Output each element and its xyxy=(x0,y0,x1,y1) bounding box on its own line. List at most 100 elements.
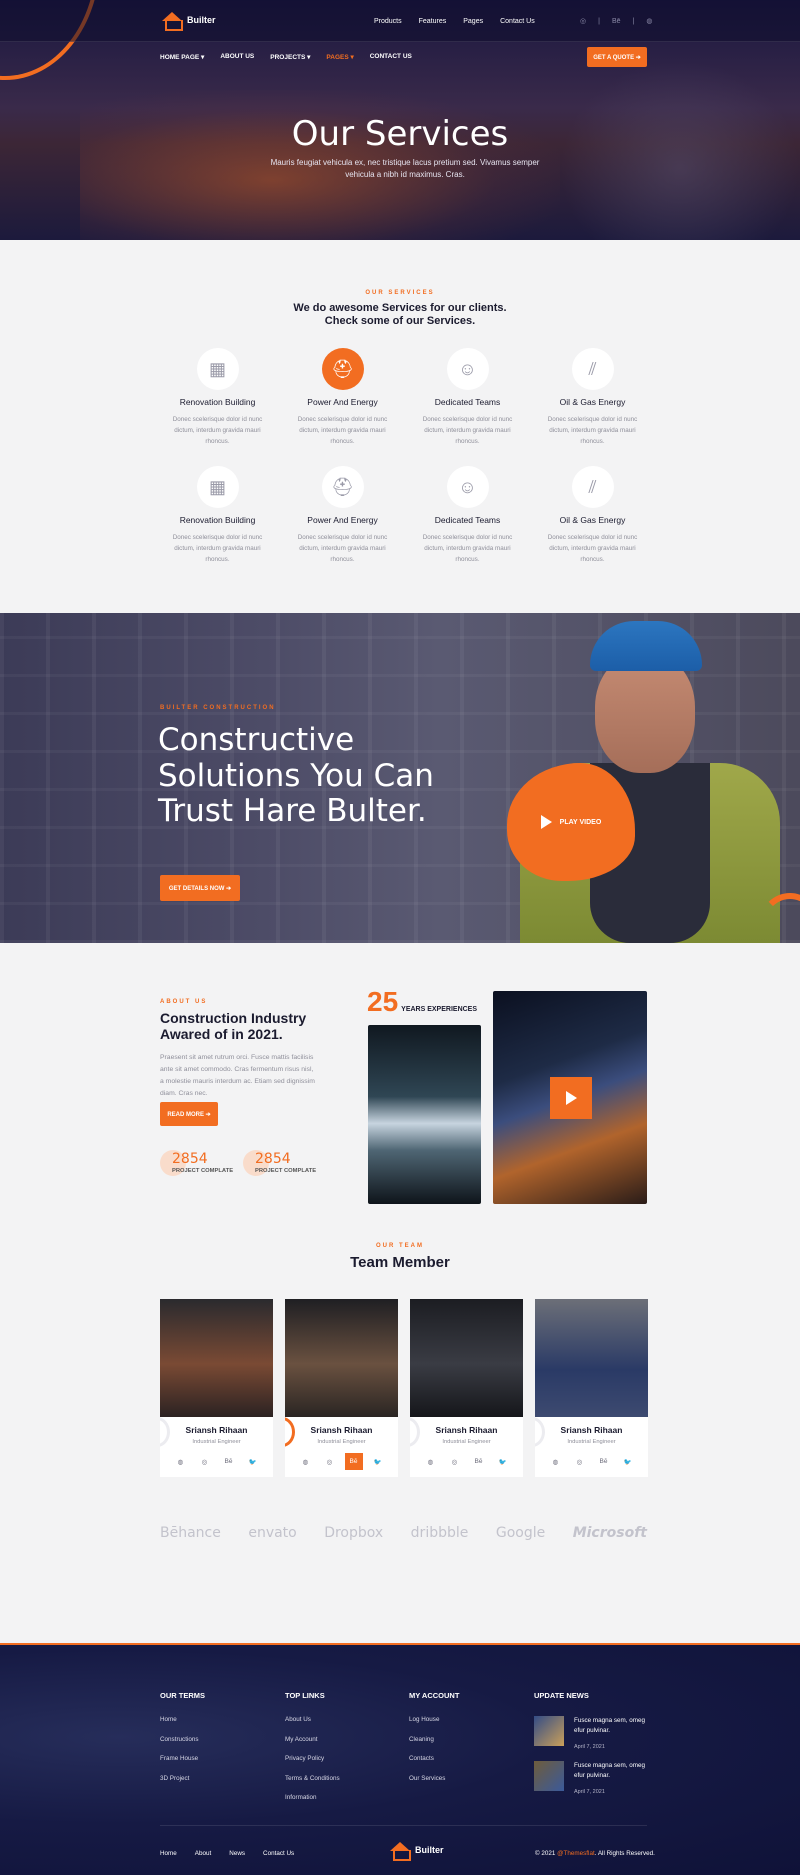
footer-link[interactable]: Home xyxy=(160,1716,205,1723)
service-title: Renovation Building xyxy=(179,397,256,407)
nav-about[interactable]: ABOUT US xyxy=(220,53,254,61)
video-play-button[interactable] xyxy=(550,1077,592,1119)
service-card[interactable]: ⫽ Oil & Gas Energy Donec scelerisque dolor… xyxy=(530,466,655,570)
machine-photo xyxy=(368,1025,481,1204)
service-card[interactable]: ⛑ Power And Energy Donec scelerisque dolor… xyxy=(280,348,405,452)
team-card[interactable]: Sriansh Rihaan Industrial Engineer ◍ ◎ Bē 🐦 xyxy=(285,1299,398,1477)
footer-link[interactable]: 3D Project xyxy=(160,1775,205,1782)
about-text: Praesent sit amet rutrum orci. Fusce mat… xyxy=(160,1054,315,1097)
news-text: Fusce magna sem, omeg efur pulvinar. xyxy=(574,1717,646,1734)
member-name: Sriansh Rihaan xyxy=(185,1425,248,1435)
get-quote-button[interactable]: GET A QUOTE ➔ xyxy=(587,47,647,67)
dribbble-icon[interactable]: ◍ xyxy=(422,1453,440,1470)
instagram-icon[interactable]: ◎ xyxy=(571,1453,589,1470)
team-card[interactable]: Sriansh Rihaan Industrial Engineer ◍ ◎ Bē 🐦 xyxy=(160,1299,273,1477)
worker-face xyxy=(595,653,695,773)
footer: OUR TERMS Home Constructions Frame House… xyxy=(0,1643,800,1875)
footer-divider xyxy=(160,1825,647,1826)
behance-icon[interactable]: Bē xyxy=(612,18,621,25)
twitter-icon[interactable]: 🐦 xyxy=(369,1453,387,1470)
footer-col-title: OUR TERMS xyxy=(160,1691,205,1700)
service-card[interactable]: ▦ Renovation Building Donec scelerisque do… xyxy=(155,466,280,570)
footer-bottom-link[interactable]: Contact Us xyxy=(263,1850,294,1857)
footer-link[interactable]: Our Services xyxy=(409,1775,459,1782)
service-title: Oil & Gas Energy xyxy=(559,397,626,407)
behance-icon[interactable]: Bē xyxy=(344,1453,363,1470)
service-title: Power And Energy xyxy=(307,515,378,525)
service-card[interactable]: ▦ Renovation Building Donec scelerisque do… xyxy=(155,348,280,452)
behance-icon[interactable]: Bē xyxy=(220,1453,238,1470)
years-value: 25 xyxy=(367,986,399,1017)
footer-col-links: TOP LINKS About Us My Account Privacy Po… xyxy=(285,1691,340,1814)
member-name: Sriansh Rihaan xyxy=(310,1425,373,1435)
footer-link[interactable]: About Us xyxy=(285,1716,340,1723)
footer-link[interactable]: Frame House xyxy=(160,1755,205,1762)
footer-bottom-link[interactable]: News xyxy=(229,1850,245,1857)
about-title: Construction Industry Awared of in 2021. xyxy=(160,1010,307,1043)
dribbble-icon[interactable]: ◍ xyxy=(646,17,652,25)
top-nav-item[interactable]: Pages xyxy=(463,18,483,25)
nav-pages[interactable]: PAGES ▾ xyxy=(326,53,353,61)
logo[interactable]: Builter xyxy=(160,10,216,31)
footer-link[interactable]: Information xyxy=(285,1794,340,1801)
team-card[interactable]: Sriansh Rihaan Industrial Engineer ◍ ◎ Bē 🐦 xyxy=(410,1299,523,1477)
news-date: April 7, 2021 xyxy=(574,1788,605,1795)
hard-hat-icon: ⛑ xyxy=(321,348,364,390)
service-title: Oil & Gas Energy xyxy=(559,515,626,525)
footer-link[interactable]: My Account xyxy=(285,1736,340,1743)
footer-logo[interactable]: Builter xyxy=(388,1840,444,1861)
footer-link[interactable]: Terms & Conditions xyxy=(285,1775,340,1782)
news-item[interactable]: Fusce magna sem, omeg efur pulvinar. Apri… xyxy=(534,1716,646,1751)
page-title: Our Services xyxy=(291,114,509,154)
instagram-icon[interactable]: ◎ xyxy=(321,1453,339,1470)
top-nav-item[interactable]: Contact Us xyxy=(500,18,535,25)
footer-link[interactable]: Log House xyxy=(409,1716,459,1723)
hard-hat-icon: ⛑ xyxy=(321,466,364,508)
instagram-icon[interactable]: ◎ xyxy=(196,1453,214,1470)
service-text: Donec scelerisque dolor id nunc dictum, … xyxy=(172,416,263,446)
instagram-icon[interactable]: ◎ xyxy=(446,1453,464,1470)
footer-link[interactable]: Constructions xyxy=(160,1736,205,1743)
service-card[interactable]: ⫽ Oil & Gas Energy Donec scelerisque dolor… xyxy=(530,348,655,452)
pipes-icon: ⫽ xyxy=(571,348,614,390)
footer-link[interactable]: Cleaning xyxy=(409,1736,459,1743)
twitter-icon[interactable]: 🐦 xyxy=(494,1453,512,1470)
copyright-brand-link[interactable]: @Themesflat xyxy=(557,1850,595,1857)
footer-bottom-link[interactable]: About xyxy=(195,1850,211,1857)
team-eyebrow: OUR TEAM xyxy=(376,1243,424,1249)
service-text: Donec scelerisque dolor id nunc dictum, … xyxy=(172,534,263,564)
nav-home[interactable]: HOME PAGE ▾ xyxy=(160,53,204,61)
top-nav-item[interactable]: Features xyxy=(419,18,447,25)
twitter-icon[interactable]: 🐦 xyxy=(619,1453,637,1470)
footer-link[interactable]: Contacts xyxy=(409,1755,459,1762)
services-title-line: Check some of our Services. xyxy=(324,314,476,327)
team-section: OUR TEAM Team Member Sriansh Rihaan Indu… xyxy=(0,1243,800,1513)
instagram-icon[interactable]: ◎ xyxy=(580,17,586,25)
twitter-icon[interactable]: 🐦 xyxy=(244,1453,262,1470)
news-text: Fusce magna sem, omeg efur pulvinar. xyxy=(574,1762,646,1779)
footer-bottom-link[interactable]: Home xyxy=(160,1850,177,1857)
member-socials: ◍ ◎ Bē 🐦 xyxy=(410,1453,523,1470)
team-card[interactable]: Sriansh Rihaan Industrial Engineer ◍ ◎ Bē 🐦 xyxy=(535,1299,648,1477)
brick-wall-icon: ▦ xyxy=(196,466,239,508)
service-card[interactable]: ☺ Dedicated Teams Donec scelerisque dolor … xyxy=(405,348,530,452)
dribbble-icon[interactable]: ◍ xyxy=(172,1453,190,1470)
member-socials: ◍ ◎ Bē 🐦 xyxy=(160,1453,273,1470)
behance-icon[interactable]: Bē xyxy=(595,1453,613,1470)
read-more-button[interactable]: READ MORE ➔ xyxy=(160,1102,218,1126)
behance-icon[interactable]: Bē xyxy=(470,1453,488,1470)
services-grid: ▦ Renovation Building Donec scelerisque do… xyxy=(155,348,655,570)
member-role: Industrial Engineer xyxy=(192,1439,241,1445)
get-details-button[interactable]: GET DETAILS NOW ➔ xyxy=(160,875,240,901)
news-item[interactable]: Fusce magna sem, omeg efur pulvinar. Apri… xyxy=(534,1761,646,1796)
nav-contact[interactable]: CONTACT US xyxy=(370,53,412,61)
dribbble-icon[interactable]: ◍ xyxy=(297,1453,315,1470)
footer-link[interactable]: Privacy Policy xyxy=(285,1755,340,1762)
top-nav-item[interactable]: Products xyxy=(374,18,402,25)
cta-heading-line: Solutions You Can xyxy=(158,757,434,794)
dribbble-icon[interactable]: ◍ xyxy=(547,1453,565,1470)
service-title: Dedicated Teams xyxy=(434,515,501,525)
nav-projects[interactable]: PROJECTS ▾ xyxy=(270,53,310,61)
service-card[interactable]: ⛑ Power And Energy Donec scelerisque dolor… xyxy=(280,466,405,570)
service-card[interactable]: ☺ Dedicated Teams Donec scelerisque dolor … xyxy=(405,466,530,570)
